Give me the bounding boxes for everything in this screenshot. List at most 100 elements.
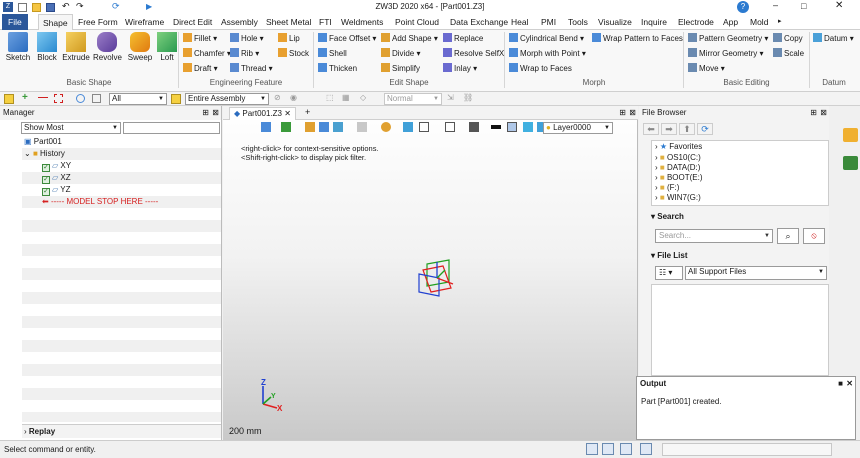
sketch-button[interactable]: Sketch <box>4 32 32 62</box>
add-shape-button[interactable]: Add Shape ▾ <box>381 33 438 45</box>
scale-button[interactable]: Scale <box>773 48 804 60</box>
tab-data-exchange[interactable]: Data Exchange <box>450 14 508 30</box>
view-tool-icon[interactable] <box>357 122 367 132</box>
tree-drive-c[interactable]: › ■ OS10(C:) <box>652 153 828 163</box>
copy-button[interactable]: Copy <box>773 33 803 45</box>
chamfer-button[interactable]: Chamfer ▾ <box>183 48 231 60</box>
thread-button[interactable]: Thread ▾ <box>230 63 273 75</box>
model-stop-marker[interactable]: ⬅ ----- MODEL STOP HERE ----- <box>22 196 221 208</box>
datum-button[interactable]: Datum ▾ <box>813 33 854 45</box>
divide-button[interactable]: Divide ▾ <box>381 48 420 60</box>
tab-electrode[interactable]: Electrode <box>678 14 714 30</box>
tab-visualize[interactable]: Visualize <box>598 14 632 30</box>
view-tool-icon[interactable] <box>507 122 517 132</box>
manager-filter-dropdown[interactable]: Show Most ▼ <box>21 122 121 134</box>
grid-icon[interactable]: ▦ <box>342 93 350 102</box>
close-icon[interactable]: ✕ <box>846 377 853 391</box>
view-tool-icon[interactable] <box>333 122 343 132</box>
close-icon[interactable]: ⊠ <box>820 106 827 120</box>
simplify-button[interactable]: Simplify <box>381 63 420 75</box>
tab-weldments[interactable]: Weldments <box>341 14 383 30</box>
tree-item-xy[interactable]: ✓ ▱ XY <box>22 160 221 172</box>
face-offset-button[interactable]: Face Offset ▾ <box>318 33 376 45</box>
pin-icon[interactable]: ⊞ <box>202 106 209 120</box>
tab-assembly[interactable]: Assembly <box>221 14 258 30</box>
move-button[interactable]: Move ▾ <box>688 63 725 75</box>
remove-icon[interactable]: — <box>38 92 48 103</box>
view-tool-icon[interactable] <box>305 122 315 132</box>
search-section-header[interactable]: ▾ Search <box>651 212 684 221</box>
tree-item-history[interactable]: ⌄ ■ History <box>22 148 221 160</box>
tab-point-cloud[interactable]: Point Cloud <box>395 14 439 30</box>
minimize-button[interactable]: – <box>773 0 778 10</box>
hole-button[interactable]: Hole ▾ <box>230 33 264 45</box>
file-search-input[interactable]: Search... ▼ <box>655 229 773 243</box>
status-toggle-2[interactable] <box>602 443 614 455</box>
view-tool-icon[interactable] <box>261 122 271 132</box>
tree-item-part[interactable]: ▣ Part001 <box>22 136 221 148</box>
checkbox-icon[interactable]: ✓ <box>42 164 50 172</box>
filter-settings-icon[interactable] <box>92 94 101 103</box>
status-toggle-1[interactable] <box>586 443 598 455</box>
pin-icon[interactable]: ⊞ <box>810 106 817 120</box>
tab-wireframe[interactable]: Wireframe <box>125 14 164 30</box>
pick-filter-dropdown[interactable]: All ▼ <box>109 93 167 105</box>
pattern-geometry-button[interactable]: Pattern Geometry ▾ <box>688 33 768 45</box>
tree-item-xz[interactable]: ✓ ▱ XZ <box>22 172 221 184</box>
clear-search-button[interactable]: ⦸ <box>803 228 825 244</box>
status-toggle-4[interactable] <box>640 443 652 455</box>
wrap-to-faces-button[interactable]: Wrap to Faces <box>509 63 572 75</box>
tab-sheet-metal[interactable]: Sheet Metal <box>266 14 311 30</box>
status-toggle-3[interactable] <box>620 443 632 455</box>
lip-button[interactable]: Lip <box>278 33 300 45</box>
checkbox-icon[interactable]: ✓ <box>42 188 50 196</box>
graphics-viewport[interactable]: ◆ Part001.Z3 ✕ + ⊞ ⊠ ● Layer0000 ▼ <right… <box>223 106 638 440</box>
select-box-icon[interactable] <box>54 94 63 103</box>
wrap-pattern-button[interactable]: Wrap Pattern to Faces <box>592 33 683 45</box>
tab-tools[interactable]: Tools <box>568 14 588 30</box>
loft-button[interactable]: Loft <box>153 32 181 62</box>
tab-direct-edit[interactable]: Direct Edit <box>173 14 212 30</box>
maximize-icon[interactable]: ■ <box>838 377 843 391</box>
tree-item-yz[interactable]: ✓ ▱ YZ <box>22 184 221 196</box>
close-icon[interactable]: ⊠ <box>629 108 636 117</box>
tab-fti[interactable]: FTI <box>319 14 332 30</box>
view-mode-dropdown[interactable]: Normal ▼ <box>384 93 442 105</box>
tab-overflow-icon[interactable]: ▸ <box>778 17 782 25</box>
inlay-button[interactable]: Inlay ▾ <box>443 63 477 75</box>
morph-with-point-button[interactable]: Morph with Point ▾ <box>509 48 586 60</box>
sweep-button[interactable]: Sweep <box>126 32 154 62</box>
file-browser-tab-icon[interactable] <box>843 128 858 142</box>
tab-shape[interactable]: Shape <box>38 14 73 30</box>
tree-drive-g[interactable]: › ■ WIN7(G:) <box>652 193 828 203</box>
extrude-button[interactable]: Extrude <box>62 32 90 62</box>
help-icon[interactable]: ? <box>737 1 749 13</box>
view-tool-icon[interactable] <box>445 122 455 132</box>
cylindrical-bend-button[interactable]: Cylindrical Bend ▾ <box>509 33 584 45</box>
tab-app[interactable]: App <box>723 14 738 30</box>
measure-icon[interactable]: ◇ <box>360 93 366 102</box>
file-list-section-header[interactable]: ▾ File List <box>651 251 687 260</box>
revolve-button[interactable]: Revolve <box>93 32 122 62</box>
tree-drive-d[interactable]: › ■ DATA(D:) <box>652 163 828 173</box>
pin-icon[interactable]: ⊞ <box>619 108 626 117</box>
scope-icon[interactable] <box>171 94 181 104</box>
lock-icon[interactable]: ⊘ <box>274 93 281 102</box>
view-tool-icon[interactable] <box>381 122 391 132</box>
datum-planes-triad[interactable] <box>415 258 459 298</box>
tab-inquire[interactable]: Inquire <box>641 14 667 30</box>
stock-button[interactable]: Stock <box>278 48 309 60</box>
snap-icon[interactable]: ⬚ <box>326 93 334 102</box>
add-icon[interactable]: + <box>22 92 28 103</box>
mirror-geometry-button[interactable]: Mirror Geometry ▾ <box>688 48 763 60</box>
tab-free-form[interactable]: Free Form <box>78 14 118 30</box>
file-type-dropdown[interactable]: All Support Files ▼ <box>685 266 827 280</box>
scope-dropdown[interactable]: Entire Assembly ▼ <box>185 93 269 105</box>
pick-cursor-icon[interactable] <box>4 94 14 104</box>
forward-button[interactable]: ➡ <box>661 123 677 135</box>
view-tool-icon[interactable] <box>281 122 291 132</box>
replay-bar[interactable]: › Replay <box>22 424 221 438</box>
link-icon[interactable]: ⛓ <box>463 93 473 102</box>
shell-button[interactable]: Shell <box>318 48 347 60</box>
close-icon[interactable]: ⊠ <box>212 106 219 120</box>
